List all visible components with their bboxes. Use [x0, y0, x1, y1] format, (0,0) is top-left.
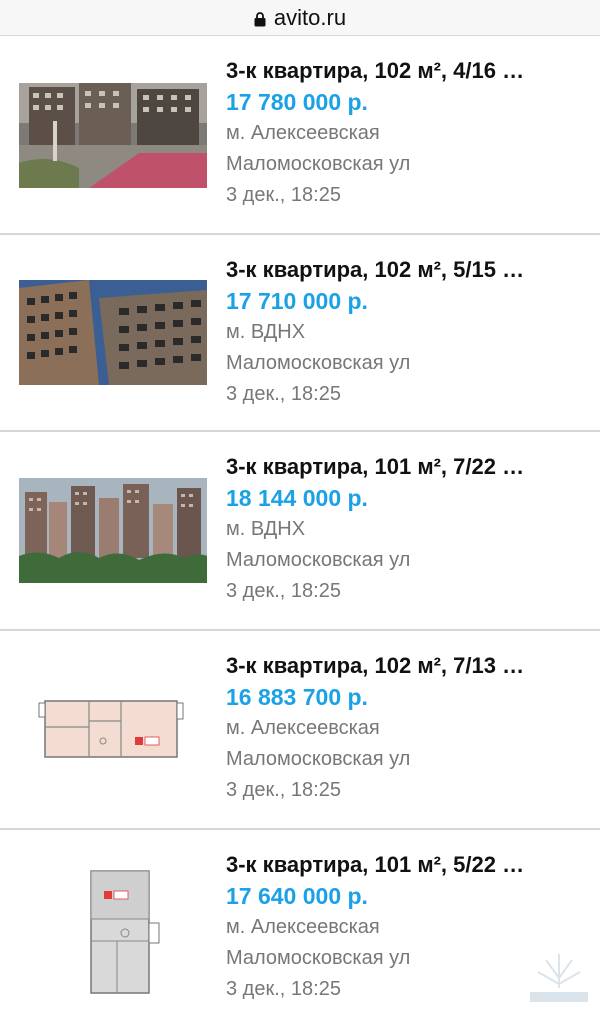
listing-photo[interactable] [19, 478, 207, 583]
listing-date: 3 дек., 18:25 [226, 184, 341, 206]
listing-item[interactable]: 3-к квартира, 101 м², 7/22 … 18 144 000 … [0, 432, 600, 631]
address-bar[interactable]: avito.ru [0, 0, 600, 36]
watermark-logo [530, 954, 588, 1002]
listing-item[interactable]: 3-к квартира, 102 м², 5/15 … 17 710 000 … [0, 235, 600, 432]
listing-item[interactable]: 3-к квартира, 102 м², 7/13 … 16 883 700 … [0, 631, 600, 830]
listing-title[interactable]: 3-к квартира, 102 м², 7/13 … [226, 651, 592, 681]
listing-list: 3-к квартира, 102 м², 4/16 … 17 780 000 … [0, 36, 600, 1012]
listing-metro: м. Алексеевская [226, 717, 380, 739]
listing-street: Маломосковская ул [226, 748, 411, 770]
listing-photo[interactable] [19, 280, 207, 385]
listing-price: 17 640 000 р. [226, 883, 368, 909]
listing-price: 17 780 000 р. [226, 89, 368, 115]
listing-metro: м. ВДНХ [226, 321, 306, 343]
url-text: avito.ru [273, 4, 347, 30]
listing-floorplan[interactable] [19, 861, 207, 1001]
listing-street: Маломосковская ул [226, 153, 411, 175]
listing-title[interactable]: 3-к квартира, 102 м², 5/15 … [226, 255, 592, 285]
listing-metro: м. ВДНХ [226, 518, 306, 540]
listing-title[interactable]: 3-к квартира, 101 м², 7/22 … [226, 452, 592, 482]
listing-text: 3-к квартира, 102 м², 7/13 … 16 883 700 … [226, 651, 592, 806]
listing-item[interactable]: 3-к квартира, 101 м², 5/22 … 17 640 000 … [0, 830, 600, 1012]
listing-floorplan[interactable] [19, 677, 207, 782]
listing-text: 3-к квартира, 102 м², 5/15 … 17 710 000 … [226, 255, 592, 410]
listing-price: 17 710 000 р. [226, 288, 368, 314]
listing-price: 18 144 000 р. [226, 485, 368, 511]
lock-icon [254, 12, 266, 27]
listing-street: Маломосковская ул [226, 352, 411, 374]
listing-street: Маломосковская ул [226, 549, 411, 571]
listing-title[interactable]: 3-к квартира, 101 м², 5/22 … [226, 850, 592, 880]
listing-item[interactable]: 3-к квартира, 102 м², 4/16 … 17 780 000 … [0, 36, 600, 235]
listing-text: 3-к квартира, 101 м², 7/22 … 18 144 000 … [226, 452, 592, 607]
listing-price: 16 883 700 р. [226, 684, 368, 710]
listing-date: 3 дек., 18:25 [226, 580, 341, 602]
listing-title[interactable]: 3-к квартира, 102 м², 4/16 … [226, 56, 592, 86]
listing-photo[interactable] [19, 83, 207, 188]
listing-date: 3 дек., 18:25 [226, 779, 341, 801]
listing-metro: м. Алексеевская [226, 916, 380, 938]
listing-text: 3-к квартира, 102 м², 4/16 … 17 780 000 … [226, 56, 592, 211]
listing-metro: м. Алексеевская [226, 122, 380, 144]
listing-date: 3 дек., 18:25 [226, 383, 341, 405]
